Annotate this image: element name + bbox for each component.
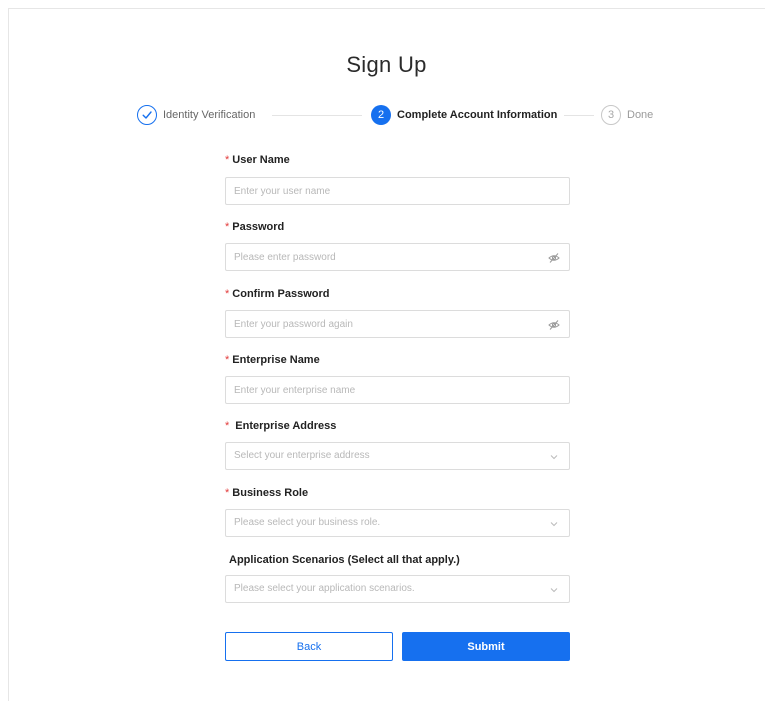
user-name-field[interactable]: [225, 177, 570, 205]
page-title: Sign Up: [346, 52, 427, 77]
eye-off-icon[interactable]: [548, 318, 560, 330]
submit-button[interactable]: Submit: [402, 632, 570, 661]
eye-off-icon[interactable]: [548, 251, 560, 263]
required-marker: *: [225, 487, 230, 499]
user-name-label: * User Name: [225, 154, 290, 166]
business-role-select[interactable]: Please select your business role.: [225, 509, 570, 537]
confirm-password-label: * Confirm Password: [225, 288, 330, 300]
step-label: Complete Account Information: [397, 109, 558, 121]
step-complete-account-information: 2 Complete Account Information: [371, 103, 557, 127]
confirm-password-input[interactable]: [226, 311, 524, 337]
select-placeholder: Please select your application scenarios…: [234, 583, 415, 594]
enterprise-name-field[interactable]: [225, 376, 570, 404]
checkmark-icon: [137, 105, 157, 125]
required-marker: *: [225, 221, 230, 233]
step-label: Done: [627, 109, 654, 121]
password-input[interactable]: [226, 244, 524, 270]
back-button[interactable]: Back: [225, 632, 393, 661]
enterprise-name-input[interactable]: [226, 377, 524, 403]
step-number: 2: [371, 105, 391, 125]
enterprise-address-select[interactable]: Select your enterprise address: [225, 442, 570, 470]
enterprise-address-label: * Enterprise Address: [225, 420, 337, 432]
step-connector: [564, 115, 594, 116]
chevron-down-icon: [548, 517, 560, 529]
required-marker: *: [225, 354, 230, 366]
password-field[interactable]: [225, 243, 570, 271]
required-marker: *: [225, 154, 230, 166]
chevron-down-icon: [548, 450, 560, 462]
required-marker: *: [225, 420, 230, 432]
chevron-down-icon: [548, 583, 560, 595]
password-label: * Password: [225, 221, 285, 233]
step-label: Identity Verification: [163, 109, 256, 121]
business-role-label: * Business Role: [225, 487, 309, 499]
progress-steps: Identity Verification 2 Complete Account…: [0, 103, 773, 127]
step-identity-verification: Identity Verification: [137, 103, 255, 127]
user-name-input[interactable]: [226, 178, 524, 204]
application-scenarios-select[interactable]: Please select your application scenarios…: [225, 575, 570, 603]
select-placeholder: Please select your business role.: [234, 517, 381, 528]
step-done: 3 Done: [601, 103, 653, 127]
select-placeholder: Select your enterprise address: [234, 450, 370, 461]
step-connector: [272, 115, 362, 116]
confirm-password-field[interactable]: [225, 310, 570, 338]
step-number: 3: [601, 105, 621, 125]
required-marker: *: [225, 288, 230, 300]
enterprise-name-label: * Enterprise Name: [225, 354, 320, 366]
application-scenarios-label: Application Scenarios (Select all that a…: [229, 554, 460, 566]
